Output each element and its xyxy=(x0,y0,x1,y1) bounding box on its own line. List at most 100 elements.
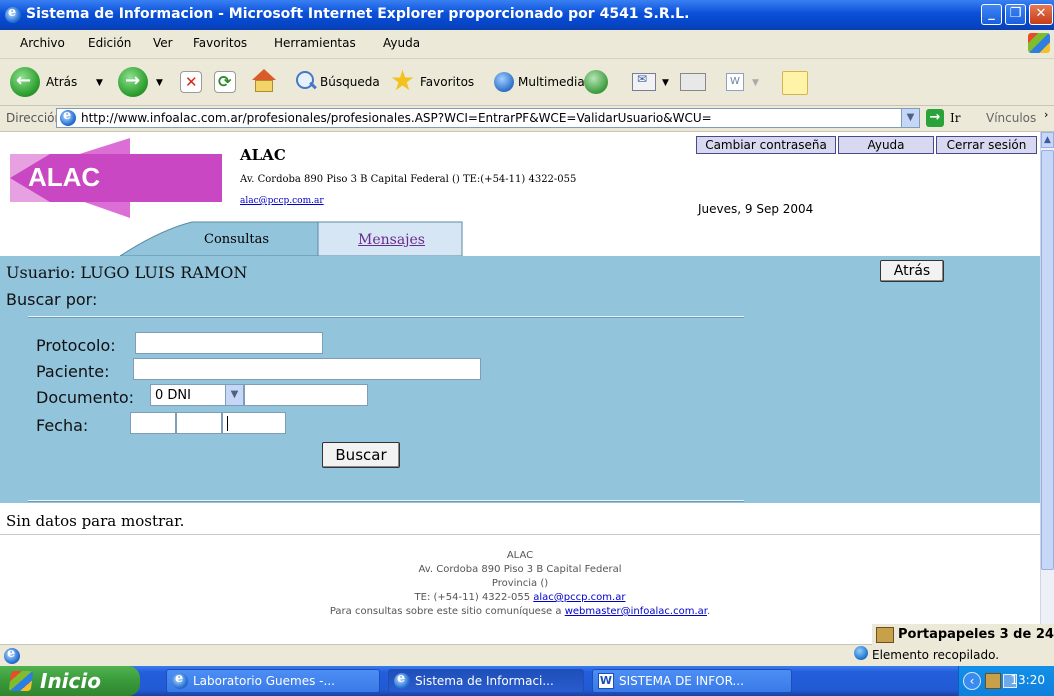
back-arrow-icon[interactable]: ← xyxy=(10,67,40,97)
divider-bottom xyxy=(28,500,744,502)
page-content: ALAC ALAC Av. Cordoba 890 Piso 3 B Capit… xyxy=(0,132,1040,644)
logo-text: ALAC xyxy=(28,162,100,192)
address-dropdown-icon[interactable]: ▼ xyxy=(901,109,919,127)
windows-flag-icon xyxy=(8,671,34,691)
home-icon[interactable] xyxy=(250,69,278,93)
mail-icon[interactable]: ✉ xyxy=(632,72,656,91)
menu-ver[interactable]: Ver xyxy=(153,36,173,50)
current-date: Jueves, 9 Sep 2004 xyxy=(698,202,814,216)
menu-ayuda[interactable]: Ayuda xyxy=(383,36,420,50)
task-laboratorio[interactable]: Laboratorio Guemes -... xyxy=(166,669,380,693)
clipboard-icon xyxy=(876,627,894,643)
menu-favoritos[interactable]: Favoritos xyxy=(193,36,247,50)
tray-arrow-icon[interactable]: ‹ xyxy=(963,672,981,690)
print-icon[interactable] xyxy=(680,73,706,91)
protocolo-label: Protocolo: xyxy=(36,336,116,355)
windows-logo-icon xyxy=(1028,33,1050,53)
footer-email-link[interactable]: alac@pccp.com.ar xyxy=(533,592,625,603)
fecha-label: Fecha: xyxy=(36,416,89,435)
minimize-button[interactable]: _ xyxy=(981,4,1002,25)
logout-link[interactable]: Cerrar sesión xyxy=(936,136,1037,154)
menu-herramientas[interactable]: Herramientas xyxy=(274,36,356,50)
doc-type-value: 0 DNI xyxy=(155,388,191,403)
paciente-label: Paciente: xyxy=(36,362,110,381)
clock: 13:20 xyxy=(1010,673,1045,687)
footer-phone: TE: (+54-11) 4322-055 xyxy=(414,592,534,603)
back-dropdown-icon[interactable]: ▼ xyxy=(96,78,103,88)
task-ie-icon xyxy=(394,671,410,689)
brand-name: ALAC xyxy=(240,146,286,164)
media-button-label[interactable]: Multimedia xyxy=(518,75,585,89)
no-data-message: Sin datos para mostrar. xyxy=(6,512,185,530)
ie-icon xyxy=(5,5,21,23)
go-arrow-icon[interactable]: → xyxy=(926,109,944,127)
media-icon[interactable] xyxy=(494,72,514,92)
notes-icon[interactable] xyxy=(782,71,808,95)
doc-type-select[interactable]: 0 DNI ▼ xyxy=(150,384,244,406)
search-button-label[interactable]: Búsqueda xyxy=(320,75,380,89)
start-label: Inicio xyxy=(40,669,101,693)
tab-mensajes[interactable]: Mensajes xyxy=(358,232,425,248)
links-chevron-icon[interactable]: › xyxy=(1044,108,1048,121)
favorites-star-icon[interactable]: ★ xyxy=(390,67,415,95)
fecha-year-input[interactable] xyxy=(222,412,286,434)
brand-address: Av. Cordoba 890 Piso 3 B Capital Federal… xyxy=(240,174,577,185)
footer-period: . xyxy=(706,606,711,617)
edit-word-icon[interactable]: W xyxy=(726,73,744,91)
footer-webmaster-link[interactable]: webmaster@infoalac.com.ar xyxy=(565,606,707,617)
task-word[interactable]: W SISTEMA DE INFOR... xyxy=(592,669,792,693)
forward-dropdown-icon[interactable]: ▼ xyxy=(156,78,163,88)
favorites-button-label[interactable]: Favoritos xyxy=(420,75,474,89)
vertical-scrollbar[interactable]: ▲ xyxy=(1040,132,1054,644)
search-panel: Usuario: LUGO LUIS RAMON Atrás Buscar po… xyxy=(0,256,1040,503)
menu-edicion[interactable]: Edición xyxy=(88,36,131,50)
scroll-thumb[interactable] xyxy=(1041,150,1054,570)
history-icon[interactable] xyxy=(584,70,608,94)
links-label[interactable]: Vínculos xyxy=(986,111,1036,125)
window-title: Sistema de Informacion - Microsoft Inter… xyxy=(26,6,690,22)
documento-label: Documento: xyxy=(36,388,135,407)
search-icon[interactable] xyxy=(296,71,317,91)
mail-dropdown-icon[interactable]: ▼ xyxy=(662,78,669,88)
back-button[interactable]: Atrás xyxy=(880,260,944,282)
menu-archivo[interactable]: Archivo xyxy=(20,36,65,50)
menu-bar: Archivo Edición Ver Favoritos Herramient… xyxy=(0,30,1054,59)
clipboard-notification[interactable]: Portapapeles 3 de 24 Elemento recopilado… xyxy=(853,624,1054,666)
edit-dropdown-icon[interactable]: ▼ xyxy=(752,78,759,88)
user-line: Usuario: LUGO LUIS RAMON xyxy=(6,263,248,282)
brand-email-link[interactable]: alac@pccp.com.ar xyxy=(240,196,324,206)
refresh-icon[interactable]: ⟳ xyxy=(214,71,236,93)
document-number-input[interactable] xyxy=(244,384,368,406)
task-label: Laboratorio Guemes -... xyxy=(193,674,335,688)
text-cursor xyxy=(227,416,228,431)
system-tray: ‹ 13:20 xyxy=(958,666,1054,696)
divider xyxy=(28,316,744,318)
close-button[interactable]: ✕ xyxy=(1029,4,1053,25)
restore-button[interactable]: ❐ xyxy=(1005,4,1026,25)
help-link[interactable]: Ayuda xyxy=(838,136,934,154)
search-button[interactable]: Buscar xyxy=(322,442,400,468)
chevron-down-icon[interactable]: ▼ xyxy=(225,385,243,405)
tray-clipboard-icon[interactable] xyxy=(985,673,1001,689)
clipboard-title: Portapapeles 3 de 24 xyxy=(898,627,1054,642)
task-label: SISTEMA DE INFOR... xyxy=(619,674,744,688)
title-bar: Sistema de Informacion - Microsoft Inter… xyxy=(0,0,1054,30)
back-button-label[interactable]: Atrás xyxy=(46,75,77,89)
tab-consultas[interactable]: Consultas xyxy=(204,232,269,247)
change-password-link[interactable]: Cambiar contraseña xyxy=(696,136,836,154)
forward-arrow-icon[interactable]: → xyxy=(118,67,148,97)
go-button-label[interactable]: Ir xyxy=(950,111,960,125)
status-page-icon xyxy=(4,646,20,664)
fecha-month-input[interactable] xyxy=(176,412,222,434)
taskbar: Inicio Laboratorio Guemes -... Sistema d… xyxy=(0,666,1054,696)
scroll-up-icon[interactable]: ▲ xyxy=(1041,132,1054,148)
paciente-input[interactable] xyxy=(133,358,481,380)
task-ie-icon xyxy=(172,671,188,689)
start-button[interactable]: Inicio xyxy=(0,666,140,696)
address-input[interactable]: http://www.infoalac.com.ar/profesionales… xyxy=(56,108,920,128)
stop-icon[interactable]: ✕ xyxy=(180,71,202,93)
task-sistema[interactable]: Sistema de Informaci... xyxy=(388,669,584,693)
address-url[interactable]: http://www.infoalac.com.ar/profesionales… xyxy=(81,111,712,125)
protocolo-input[interactable] xyxy=(135,332,323,354)
fecha-day-input[interactable] xyxy=(130,412,176,434)
